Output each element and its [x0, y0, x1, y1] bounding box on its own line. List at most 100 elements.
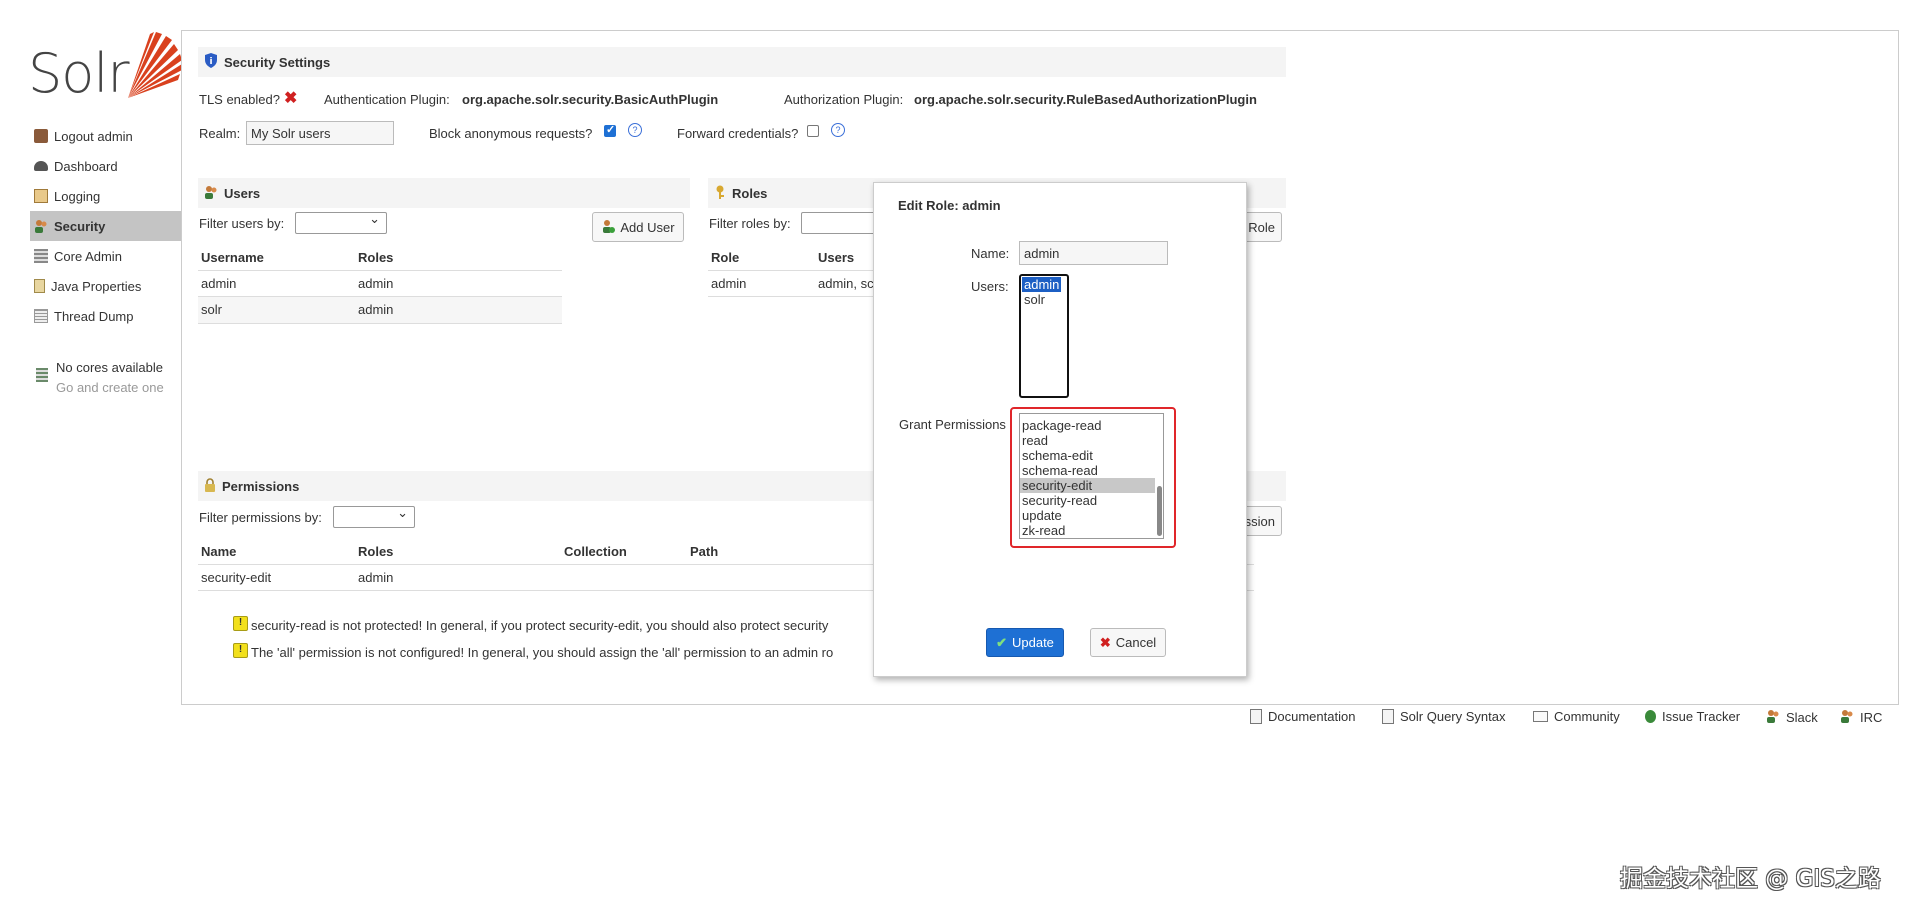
cell-username: admin	[201, 276, 237, 291]
col-roles: Roles	[358, 544, 394, 559]
bug-icon	[1645, 710, 1656, 723]
col-name: Name	[201, 544, 237, 559]
mail-icon	[1533, 711, 1548, 722]
help-icon[interactable]: ?	[628, 123, 642, 137]
scrollbar-thumb[interactable]	[1157, 486, 1162, 536]
sun-icon	[128, 32, 182, 98]
no-cores-link[interactable]: Go and create one	[34, 378, 164, 398]
lock-icon	[204, 477, 216, 495]
cell-name: security-edit	[201, 570, 272, 585]
filter-permissions-select[interactable]	[333, 505, 415, 528]
core-icon	[36, 368, 48, 382]
authz-plugin-label: Authorization Plugin:	[784, 92, 904, 107]
add-user-button[interactable]: Add User	[592, 212, 684, 242]
footer-link-label: Slack	[1786, 710, 1818, 725]
security-icon	[34, 219, 48, 233]
table-row[interactable]: solr admin	[198, 297, 562, 323]
footer-link-irc[interactable]: IRC	[1840, 709, 1882, 726]
warning-text: The 'all' permission is not configured! …	[251, 645, 834, 660]
footer-link-label: Documentation	[1268, 709, 1356, 724]
warning-icon: !	[233, 616, 248, 631]
listbox-option[interactable]: package-read	[1020, 418, 1163, 433]
cancel-button[interactable]: ✖ Cancel	[1090, 628, 1166, 657]
listbox-option[interactable]: read	[1020, 433, 1163, 448]
add-permission-label: ssion	[1244, 513, 1275, 529]
cell-roles: admin	[358, 276, 394, 291]
footer-link-label: Issue Tracker	[1662, 709, 1741, 724]
cell-users: admin, sc	[818, 276, 874, 291]
no-cores-notice[interactable]: No cores available Go and create one	[34, 358, 164, 398]
listbox-option[interactable]: solr	[1022, 292, 1066, 307]
footer-link-community[interactable]: Community	[1533, 709, 1620, 724]
table-row[interactable]: admin admin, sc	[708, 271, 878, 296]
name-label: Name:	[971, 246, 1010, 261]
sidebar-item-logging[interactable]: Logging	[30, 181, 182, 211]
cell-roles: admin	[358, 570, 394, 585]
tls-label: TLS enabled?	[199, 92, 280, 107]
dialog-title: Edit Role: admin	[898, 198, 1001, 213]
filter-users-label: Filter users by:	[199, 216, 285, 231]
footer-link-issue-tracker[interactable]: Issue Tracker	[1645, 709, 1740, 724]
warning-icon: !	[233, 643, 248, 658]
users-icon	[1840, 709, 1854, 726]
logo-text: Solr	[28, 42, 130, 105]
logging-icon	[34, 189, 48, 203]
realm-label: Realm:	[199, 126, 241, 141]
filter-permissions-label: Filter permissions by:	[199, 510, 322, 525]
add-user-icon	[601, 219, 616, 236]
forward-cred-checkbox[interactable]	[807, 125, 819, 137]
sidebar-item-label: Dashboard	[54, 158, 118, 174]
add-role-label: Role	[1248, 219, 1275, 235]
sidebar-item-dashboard[interactable]: Dashboard	[30, 151, 182, 181]
footer-link-label: IRC	[1860, 710, 1883, 725]
cancel-label: Cancel	[1115, 635, 1157, 650]
sidebar-item-security[interactable]: Security	[30, 211, 182, 241]
footer-link-slack[interactable]: Slack	[1766, 709, 1818, 726]
x-mark-icon: ✖	[284, 90, 298, 107]
listbox-option[interactable]: schema-edit	[1020, 448, 1163, 463]
sidebar-item-java-properties[interactable]: Java Properties	[30, 271, 182, 301]
update-label: Update	[1011, 635, 1054, 650]
grant-permissions-label: Grant Permissions	[899, 417, 1006, 432]
grant-permissions-listbox[interactable]: package-read read schema-edit schema-rea…	[1019, 413, 1164, 539]
listbox-option[interactable]: schema-read	[1020, 463, 1163, 478]
listbox-option[interactable]: update	[1020, 508, 1163, 523]
section-title: Roles	[732, 185, 768, 201]
listbox-option[interactable]: security-read	[1020, 493, 1163, 508]
section-title: Security Settings	[224, 54, 331, 70]
filter-roles-label: Filter roles by:	[709, 216, 791, 231]
no-cores-title: No cores available	[56, 360, 163, 375]
listbox-option[interactable]: zk-read	[1020, 523, 1163, 538]
filter-users-select[interactable]	[295, 211, 387, 234]
footer-link-documentation[interactable]: Documentation	[1250, 709, 1355, 724]
sidebar-item-label: Logout admin	[54, 128, 133, 144]
role-name-input[interactable]	[1019, 241, 1168, 265]
block-anon-checkbox[interactable]	[604, 123, 616, 137]
listbox-option-selected[interactable]: security-edit	[1020, 478, 1155, 493]
edit-role-dialog: Edit Role: admin Name: Users: admin solr…	[873, 182, 1247, 677]
realm-input[interactable]	[246, 121, 394, 145]
sidebar-item-thread-dump[interactable]: Thread Dump	[30, 301, 182, 331]
footer-link-query-syntax[interactable]: Solr Query Syntax	[1382, 709, 1506, 724]
users-listbox[interactable]: admin solr	[1019, 274, 1069, 398]
users-icon	[1766, 709, 1780, 726]
help-icon[interactable]: ?	[831, 123, 845, 137]
sidebar-item-logout[interactable]: Logout admin	[30, 121, 182, 151]
table-row[interactable]: admin admin	[198, 271, 562, 296]
users-header: Users	[198, 178, 690, 208]
sidebar-item-label: Security	[54, 218, 106, 234]
check-icon: ✔	[996, 634, 1007, 650]
sidebar-item-label: Java Properties	[51, 278, 142, 294]
footer-link-label: Solr Query Syntax	[1400, 709, 1506, 724]
section-title: Users	[224, 185, 261, 201]
sidebar-item-core-admin[interactable]: Core Admin	[30, 241, 182, 271]
security-settings-header: i Security Settings	[198, 47, 1286, 77]
col-role: Role	[711, 250, 740, 265]
sidebar-item-label: Thread Dump	[54, 308, 134, 324]
authz-plugin-value: org.apache.solr.security.RuleBasedAuthor…	[914, 92, 1257, 107]
update-button[interactable]: ✔ Update	[986, 628, 1064, 657]
solr-logo[interactable]: Solr	[28, 28, 182, 105]
listbox-option[interactable]: admin	[1022, 277, 1062, 292]
thread-dump-icon	[34, 309, 48, 323]
cell-roles: admin	[358, 302, 394, 317]
